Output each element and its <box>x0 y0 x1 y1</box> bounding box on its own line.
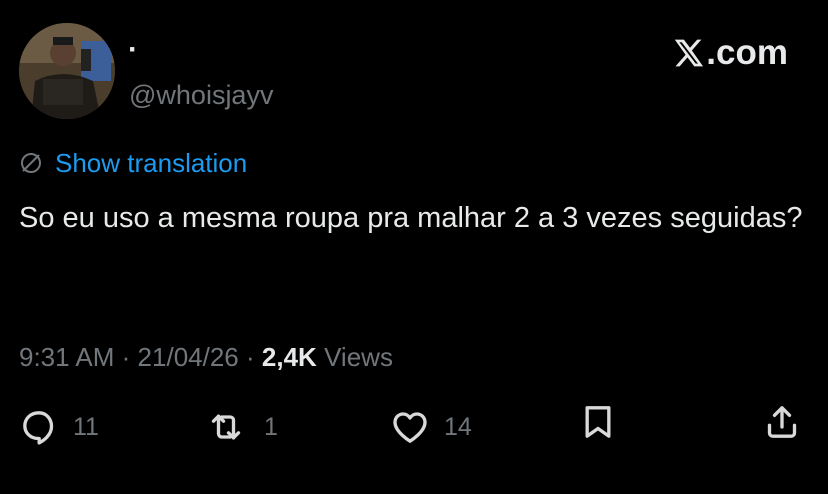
show-translation-label[interactable]: Show translation <box>55 146 247 180</box>
repost-button[interactable]: 1 <box>202 402 278 452</box>
reply-icon <box>23 411 54 445</box>
brand-logo: .com <box>672 33 788 73</box>
share-button[interactable] <box>762 402 802 442</box>
reply-button[interactable]: 11 <box>19 402 99 452</box>
x-logo-icon <box>675 39 704 67</box>
action-bar: 11 1 14 <box>0 402 828 452</box>
like-icon <box>393 412 427 443</box>
avatar[interactable] <box>19 23 115 119</box>
meta-separator: · <box>246 342 255 372</box>
like-button[interactable]: 14 <box>390 402 472 452</box>
bookmark-icon <box>585 406 611 438</box>
brand-suffix: .com <box>706 33 788 72</box>
user-handle[interactable]: @whoisjayv <box>129 78 273 112</box>
bookmark-button[interactable] <box>578 402 618 442</box>
show-translation-link[interactable]: Show translation <box>19 146 247 180</box>
share-icon <box>767 406 797 438</box>
like-count: 14 <box>444 413 472 441</box>
repost-icon <box>211 414 241 440</box>
post-time[interactable]: 9:31 AM <box>19 342 114 372</box>
translate-icon <box>21 153 41 173</box>
display-name[interactable]: · <box>128 30 138 70</box>
post-date[interactable]: 21/04/26 <box>138 342 239 372</box>
post-text: So eu uso a mesma roupa pra malhar 2 a 3… <box>19 202 803 234</box>
reply-count: 11 <box>73 413 99 441</box>
post-meta: 9:31 AM · 21/04/26 · 2,4K Views <box>19 340 393 374</box>
repost-count: 1 <box>264 413 278 441</box>
views-label: Views <box>324 342 393 372</box>
views-count: 2,4K <box>261 342 317 372</box>
avatar-image <box>19 23 115 119</box>
meta-separator: · <box>121 342 131 372</box>
